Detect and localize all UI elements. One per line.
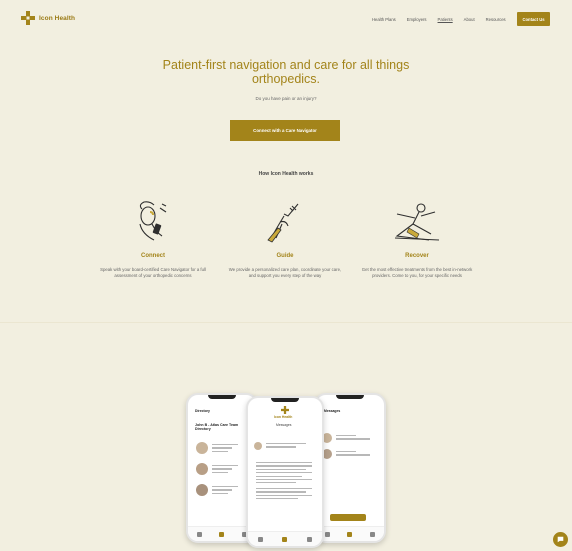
tab-icon[interactable] xyxy=(307,536,313,542)
step-title: Guide xyxy=(276,253,294,259)
phone-tab-label[interactable]: Messages xyxy=(276,423,291,427)
contact-us-button[interactable]: Contact Us xyxy=(517,12,550,26)
phone-tabbar xyxy=(248,531,322,546)
message-body-lines xyxy=(256,462,312,486)
phone-title: John B - Atlas Care Team Directory xyxy=(195,423,239,431)
contact-lines xyxy=(212,465,238,475)
avatar xyxy=(254,442,262,450)
tab-icon[interactable] xyxy=(219,531,225,537)
chat-bubble-icon xyxy=(557,536,564,543)
contact-lines xyxy=(212,444,238,454)
message-action-button[interactable] xyxy=(330,514,366,521)
step-guide: Guide We provide a personalized care pla… xyxy=(228,200,342,279)
stretching-person-illustration-icon xyxy=(394,203,440,241)
step-title: Connect xyxy=(141,253,165,259)
connect-care-navigator-button[interactable]: Connect with a Care Navigator xyxy=(230,120,340,141)
top-nav: Icon Health Health Plans Employers Patie… xyxy=(0,0,572,38)
phone-tabbar xyxy=(316,526,384,541)
message-lines xyxy=(336,435,370,442)
step-recover: Recover Get the most effective treatment… xyxy=(360,200,474,279)
helping-hands-illustration-icon xyxy=(267,203,299,243)
nav-link-resources[interactable]: Resources xyxy=(486,17,506,22)
contact-lines xyxy=(212,486,238,496)
step-description: We provide a personalized care plan, coo… xyxy=(228,267,342,278)
step-description: Get the most effective treatments from t… xyxy=(361,267,473,278)
step-title: Recover xyxy=(405,253,429,259)
avatar xyxy=(196,484,208,496)
tab-icon[interactable] xyxy=(282,536,288,542)
chat-button[interactable] xyxy=(553,532,568,547)
tab-icon[interactable] xyxy=(324,531,330,537)
phone-header: Messages xyxy=(324,409,341,413)
nav-link-employers[interactable]: Employers xyxy=(407,17,427,22)
phone-center: Icon Health Messages xyxy=(246,396,324,548)
step-connect: Connect Speak with your board-certified … xyxy=(96,200,210,279)
tab-icon[interactable] xyxy=(370,531,376,537)
phone-logo-text: Icon Health xyxy=(274,415,293,419)
nav-link-patients[interactable]: Patients xyxy=(438,17,453,22)
avatar xyxy=(196,463,208,475)
tab-icon[interactable] xyxy=(347,531,353,537)
phone-notch xyxy=(271,398,299,402)
how-it-works-title: How Icon Health works xyxy=(258,171,314,177)
section-divider xyxy=(0,322,572,323)
step-description: Speak with your board-certified Care Nav… xyxy=(100,267,206,278)
icon-health-logo-icon xyxy=(281,406,289,414)
nav-links: Health Plans Employers Patients About Re… xyxy=(372,17,506,22)
logo-text: Icon Health xyxy=(39,14,76,22)
nav-link-about[interactable]: About xyxy=(464,17,475,22)
phone-notch xyxy=(208,395,236,399)
tab-icon[interactable] xyxy=(257,536,263,542)
message-lines xyxy=(336,451,370,458)
avatar xyxy=(196,442,208,454)
phone-call-illustration-icon xyxy=(139,201,167,241)
phone-messages: Messages xyxy=(314,393,386,543)
phone-notch xyxy=(336,395,364,399)
phone-header: Directory xyxy=(195,409,210,413)
nav-link-health-plans[interactable]: Health Plans xyxy=(372,17,396,22)
hero-title: Patient-first navigation and care for al… xyxy=(162,58,410,86)
icon-health-logo-icon xyxy=(21,11,35,25)
tab-icon[interactable] xyxy=(196,531,202,537)
message-body-lines xyxy=(256,488,312,502)
message-lines xyxy=(266,443,306,450)
hero-question: Do you have pain or an injury? xyxy=(255,96,317,101)
logo[interactable]: Icon Health xyxy=(21,11,75,25)
